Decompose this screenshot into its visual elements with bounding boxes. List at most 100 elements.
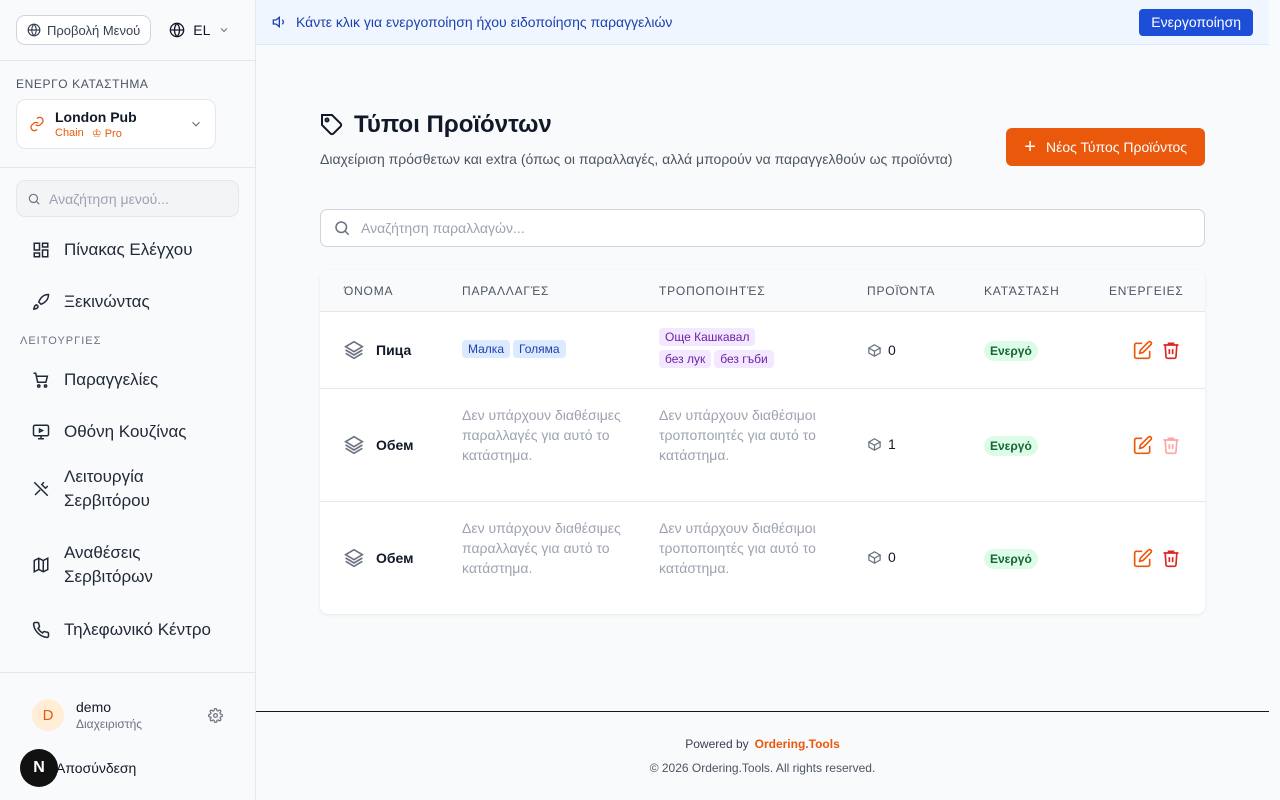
store-plan-badge: ♔ Pro	[92, 127, 122, 140]
page-footer: Powered by Ordering.Tools © 2026 Ordering…	[256, 711, 1269, 800]
menu-view-button[interactable]: Προβολή Μενού	[16, 15, 152, 45]
sidebar-item-getting-started[interactable]: Ξεκινώντας	[0, 289, 255, 315]
row-modifiers-empty: Δεν υπάρχουν διαθέσιμοι τροποποιητές για…	[659, 520, 816, 576]
user-info: demo Διαχειριστής	[76, 699, 142, 731]
row-actions	[1133, 340, 1181, 360]
sidebar-item-orders[interactable]: Παραγγελίες	[0, 367, 255, 393]
table-row: Пица Малка Голяма Още Кашкавал без лук без…	[320, 312, 1205, 389]
status-badge: Ενεργό	[984, 549, 1038, 569]
dashboard-icon	[33, 242, 49, 258]
language-code: EL	[193, 22, 211, 38]
store-plan: Pro	[104, 127, 122, 140]
globe-icon	[27, 23, 41, 37]
sidebar-nav: Πίνακας Ελέγχου Ξεκινώντας ΛΕΙΤΟΥΡΓΙΕΣ Π…	[0, 217, 255, 643]
store-selector[interactable]: London Pub Chain ♔ Pro	[16, 99, 216, 149]
sidebar-item-dashboard[interactable]: Πίνακας Ελέγχου	[0, 237, 255, 263]
brand-link[interactable]: Ordering.Tools	[755, 737, 840, 751]
products-count: 0	[888, 342, 896, 358]
next-badge[interactable]: N	[20, 749, 58, 787]
sidebar-item-label: Λειτουργία Σερβιτόρου	[64, 467, 150, 510]
monitor-icon	[32, 424, 50, 440]
variant-chip: Малка	[462, 340, 510, 358]
menu-search-input[interactable]: Αναζήτηση μενού...	[16, 180, 239, 217]
sidebar-item-call-center[interactable]: Τηλεφωνικό Κέντρο	[0, 617, 255, 643]
active-store-label: ΕΝΕΡΓΟ ΚΑΤΑΣΤΗΜΑ	[16, 77, 149, 91]
edit-icon[interactable]	[1133, 435, 1153, 455]
row-status: Ενεργό	[984, 436, 1038, 456]
rocket-icon	[32, 293, 50, 311]
row-modifiers-empty: Δεν υπάρχουν διαθέσιμοι τροποποιητές για…	[659, 407, 816, 463]
variant-search-input[interactable]: Αναζήτηση παραλλαγών...	[320, 209, 1205, 247]
cart-icon	[33, 372, 49, 388]
row-status: Ενεργό	[984, 341, 1038, 361]
logout-label: Αποσύνδεση	[56, 760, 137, 776]
page-header: Τύποι Προϊόντων Διαχείριση πρόσθετων και…	[320, 111, 1205, 169]
table-row: Обем Δεν υπάρχουν διαθέσιμες παραλλαγές …	[320, 389, 1205, 502]
product-types-table: ΌΝΟΜΑ ΠΑΡΑΛΛΑΓΈΣ ΤΡΟΠΟΠΟΙΗΤΈΣ ΠΡΟΪΌΝΤΑ Κ…	[320, 270, 1205, 614]
avatar: D	[32, 699, 64, 731]
new-product-type-button[interactable]: + Νέος Τύπος Προϊόντος	[1006, 128, 1205, 166]
utensils-icon	[33, 481, 49, 497]
chevron-down-icon	[221, 28, 228, 33]
logout-button[interactable]: N Αποσύνδεση	[0, 731, 255, 787]
edit-icon[interactable]	[1133, 548, 1153, 568]
speaker-icon	[272, 15, 284, 29]
column-header: ΕΝΈΡΓΕΙΕΣ	[1109, 284, 1184, 298]
sound-notification-banner: Κάντε κλικ για ενεργοποίηση ήχου ειδοποί…	[256, 0, 1269, 45]
row-products-count: 0	[867, 549, 896, 565]
page-title: Τύποι Προϊόντων	[354, 111, 552, 138]
sidebar-item-label: Πίνακας Ελέγχου	[64, 240, 193, 259]
products-count: 1	[888, 436, 896, 452]
row-variants: Малка Голяма	[462, 340, 569, 362]
copyright: © 2026 Ordering.Tools. All rights reserv…	[649, 761, 876, 775]
sidebar-item-kitchen-display[interactable]: Οθόνη Κουζίνας	[0, 419, 255, 445]
search-icon	[28, 193, 40, 205]
plus-icon: +	[1024, 136, 1036, 158]
trash-icon	[1163, 437, 1179, 455]
table-row: Обем Δεν υπάρχουν διαθέσιμες παραλλαγές …	[320, 502, 1205, 614]
enable-sound-button[interactable]: Ενεργοποίηση	[1139, 8, 1253, 36]
row-name-cell: Обем	[344, 548, 414, 568]
user-role: Διαχειριστής	[76, 717, 143, 731]
trash-icon[interactable]	[1161, 340, 1181, 360]
sidebar-item-label: Αναθέσεις Σερβιτόρων	[64, 543, 153, 586]
link-icon	[30, 116, 44, 132]
gear-icon[interactable]	[208, 707, 223, 723]
tag-icon	[321, 114, 343, 136]
trash-icon[interactable]	[1161, 548, 1181, 568]
row-status: Ενεργό	[984, 549, 1038, 569]
search-icon	[335, 221, 350, 236]
powered-by: Powered by Ordering.Tools	[256, 737, 1269, 751]
sidebar: Προβολή Μενού EL ΕΝΕΡΓΟ ΚΑΤΑΣΤΗΜΑ London…	[0, 0, 256, 800]
powered-by-label: Powered by	[685, 737, 749, 751]
chevron-down-icon	[192, 121, 200, 127]
row-name: Обем	[376, 437, 414, 453]
store-meta: Chain ♔ Pro	[55, 127, 137, 140]
store-name: London Pub	[55, 108, 137, 125]
active-store-section: ΕΝΕΡΓΟ ΚΑΤΑΣΤΗΜΑ London Pub Chain ♔ Pro	[0, 61, 255, 168]
products-count: 0	[888, 549, 896, 565]
sidebar-topbar: Προβολή Μενού EL	[0, 0, 255, 61]
modifier-chip: без лук	[659, 350, 712, 368]
edit-icon[interactable]	[1133, 340, 1153, 360]
modifier-chip: без гъби	[714, 350, 774, 368]
sidebar-item-waiter-mode[interactable]: Λειτουργία Σερβιτόρου	[0, 465, 255, 513]
user-name: demo	[76, 699, 112, 715]
layers-icon	[344, 548, 364, 568]
sidebar-item-label: Παραγγελίες	[64, 370, 159, 389]
row-variants-empty: Δεν υπάρχουν διαθέσιμες παραλλαγές για α…	[462, 407, 621, 463]
sidebar-item-waiter-assignments[interactable]: Αναθέσεις Σερβιτόρων	[0, 541, 255, 589]
column-header: ΌΝΟΜΑ	[344, 284, 394, 298]
language-selector[interactable]: EL	[169, 15, 230, 45]
phone-icon	[32, 621, 50, 639]
row-modifiers: Още Кашкавал без лук без гъби	[659, 328, 839, 372]
row-name: Пица	[376, 342, 412, 358]
row-products-count: 1	[867, 436, 896, 452]
user-profile: D demo Διαχειριστής	[0, 673, 255, 731]
row-name: Обем	[376, 550, 414, 566]
column-header: ΚΑΤΆΣΤΑΣΗ	[984, 284, 1060, 298]
variant-chip: Голяма	[513, 340, 566, 358]
map-icon	[33, 557, 49, 573]
column-header: ΠΡΟΪΌΝΤΑ	[867, 284, 936, 298]
banner-text: Κάντε κλικ για ενεργοποίηση ήχου ειδοποί…	[296, 14, 673, 30]
